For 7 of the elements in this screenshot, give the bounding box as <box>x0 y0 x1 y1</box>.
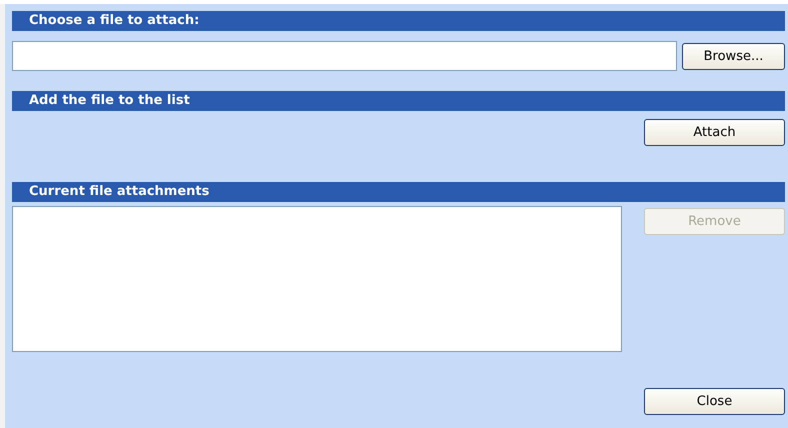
attach-button[interactable]: Attach <box>644 119 785 146</box>
section-header: Add the file to the list <box>12 91 785 111</box>
browse-button[interactable]: Browse... <box>682 42 785 70</box>
section-header: Choose a file to attach: <box>12 11 785 31</box>
close-button[interactable]: Close <box>644 388 785 415</box>
file-path-field[interactable] <box>12 41 677 71</box>
section-header: Current file attachments <box>12 182 785 202</box>
